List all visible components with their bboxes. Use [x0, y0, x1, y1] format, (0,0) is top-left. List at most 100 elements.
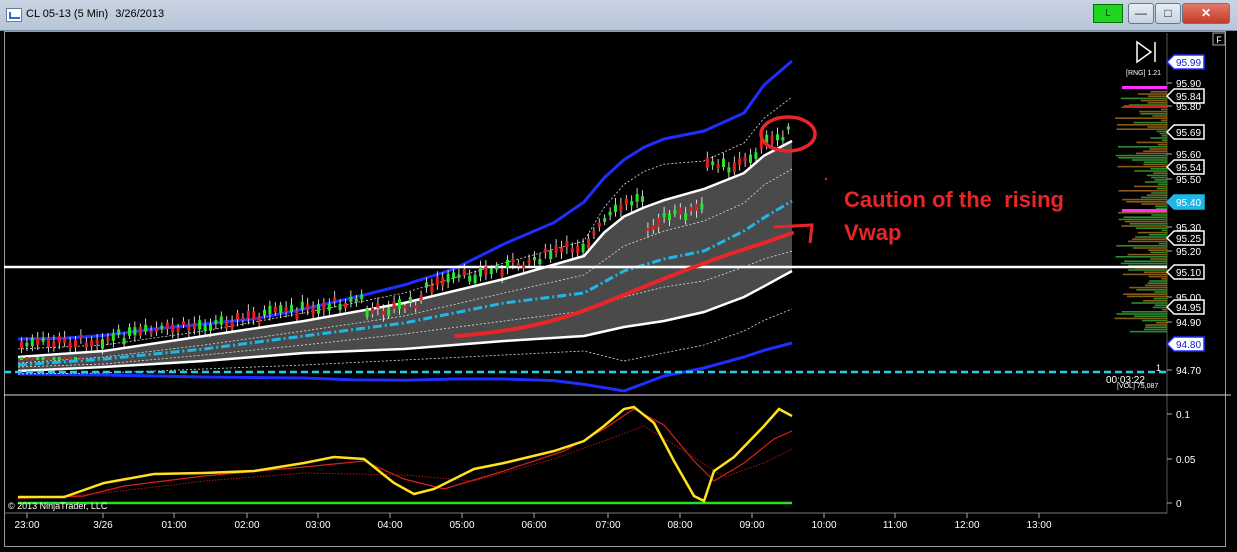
- candle: [743, 152, 747, 167]
- volume-profile-bar: [1152, 115, 1167, 117]
- volume-profile-bar: [1137, 93, 1167, 95]
- candle-body: [349, 296, 353, 303]
- close-button[interactable]: ✕: [1182, 3, 1230, 24]
- volume-profile-bar: [1143, 271, 1167, 273]
- candle: [624, 194, 628, 211]
- candle-body: [387, 307, 391, 316]
- candle-body: [722, 158, 725, 167]
- candle-body: [630, 201, 634, 206]
- range-label: [RNG] 1.21: [1126, 70, 1161, 77]
- volume-profile-bar: [1147, 126, 1167, 128]
- volume-profile-bar: [1148, 249, 1167, 251]
- candle-body: [527, 259, 531, 264]
- volume-profile-bar: [1126, 201, 1167, 203]
- copyright-text: © 2013 NinjaTrader, LLC: [8, 501, 108, 511]
- candle: [630, 195, 634, 212]
- volume-profile-bar: [1140, 113, 1167, 115]
- candle-body: [624, 198, 628, 205]
- candle-body: [95, 340, 99, 344]
- candle-body: [489, 268, 493, 275]
- candle-body: [187, 324, 191, 331]
- candle-body: [684, 213, 688, 220]
- volume-profile-bar: [1123, 216, 1167, 218]
- volume-profile-bar: [1129, 286, 1167, 289]
- candle-body: [214, 320, 218, 324]
- maximize-button[interactable]: □: [1155, 3, 1181, 24]
- volume-profile-bar: [1153, 172, 1167, 174]
- candle-body: [160, 325, 164, 329]
- window-title: CL 05-13 (5 Min) 3/26/2013: [26, 8, 164, 20]
- candle-body: [533, 257, 536, 261]
- candle: [47, 332, 50, 353]
- price-axis: 95.9095.8095.7095.6095.5095.3095.2095.00…: [1167, 79, 1201, 377]
- volume-profile-bar: [1161, 278, 1167, 280]
- candle-body: [749, 154, 752, 163]
- candle-body: [149, 330, 153, 334]
- candle: [36, 331, 40, 350]
- candle: [522, 261, 526, 274]
- candle: [506, 255, 509, 275]
- candle-body: [300, 301, 304, 310]
- candle: [57, 332, 61, 350]
- candle: [732, 156, 736, 176]
- candle-body: [36, 357, 40, 360]
- candle-body: [122, 338, 126, 345]
- candle-body: [662, 213, 666, 217]
- volume-profile-bar: [1127, 253, 1167, 256]
- candle-body: [57, 357, 61, 360]
- candle-body: [587, 238, 590, 249]
- volume-profile-bar: [1146, 174, 1167, 177]
- volume-profile-bar: [1157, 183, 1167, 185]
- candle: [333, 290, 337, 308]
- volume-profile-bar: [1135, 227, 1167, 229]
- candle-body: [101, 339, 104, 349]
- osc-tick-label: 0.05: [1176, 455, 1196, 466]
- candle-body: [425, 282, 428, 288]
- candle-body: [522, 265, 526, 269]
- candle-body: [338, 303, 342, 311]
- volume-profile-bar: [1122, 198, 1167, 201]
- time-tick-label: 12:00: [954, 520, 979, 531]
- candle: [608, 207, 612, 221]
- play-icon[interactable]: [1136, 40, 1156, 64]
- candle-body: [381, 310, 385, 315]
- candle: [425, 277, 428, 293]
- volume-profile-bar: [1115, 256, 1167, 258]
- volume-profile-bar: [1115, 154, 1167, 157]
- candle-body: [182, 321, 185, 325]
- candle-body: [538, 259, 542, 265]
- candle-body: [171, 324, 175, 333]
- candle-body: [354, 298, 358, 302]
- price-chart-svg[interactable]: F [RNG] 1.21 Caution of the rising Vwap …: [4, 31, 1231, 547]
- candle-body: [20, 341, 23, 349]
- candle-body: [484, 266, 488, 275]
- chart-area[interactable]: F [RNG] 1.21 Caution of the rising Vwap …: [4, 31, 1231, 547]
- candle-body: [727, 167, 731, 173]
- candle: [74, 357, 77, 360]
- candle: [257, 312, 261, 329]
- candle-body: [209, 323, 212, 331]
- candle-body: [473, 274, 477, 284]
- candle-body: [317, 303, 320, 314]
- candle: [738, 151, 742, 171]
- candle-body: [738, 158, 742, 166]
- candle-body: [614, 204, 617, 212]
- volume-profile-bar: [1131, 159, 1167, 161]
- candle: [84, 337, 88, 353]
- candle: [117, 324, 121, 339]
- candle-body: [263, 309, 266, 316]
- candle-body: [365, 308, 369, 317]
- volume-profile-bar: [1133, 315, 1167, 317]
- volume-profile-bar: [1136, 289, 1167, 291]
- connection-status-badge[interactable]: L: [1093, 4, 1123, 23]
- volume-profile-bar: [1118, 218, 1167, 221]
- minimize-button[interactable]: —: [1128, 3, 1154, 24]
- candle-body: [430, 284, 434, 293]
- volume-label: [VOL] 75,087: [1117, 383, 1158, 390]
- volume-profile-marker: [1122, 209, 1167, 212]
- candle: [716, 159, 720, 173]
- volume-profile-bar: [1129, 223, 1167, 225]
- candle: [246, 304, 250, 325]
- volume-profile-bar: [1122, 273, 1167, 276]
- candle: [603, 214, 607, 226]
